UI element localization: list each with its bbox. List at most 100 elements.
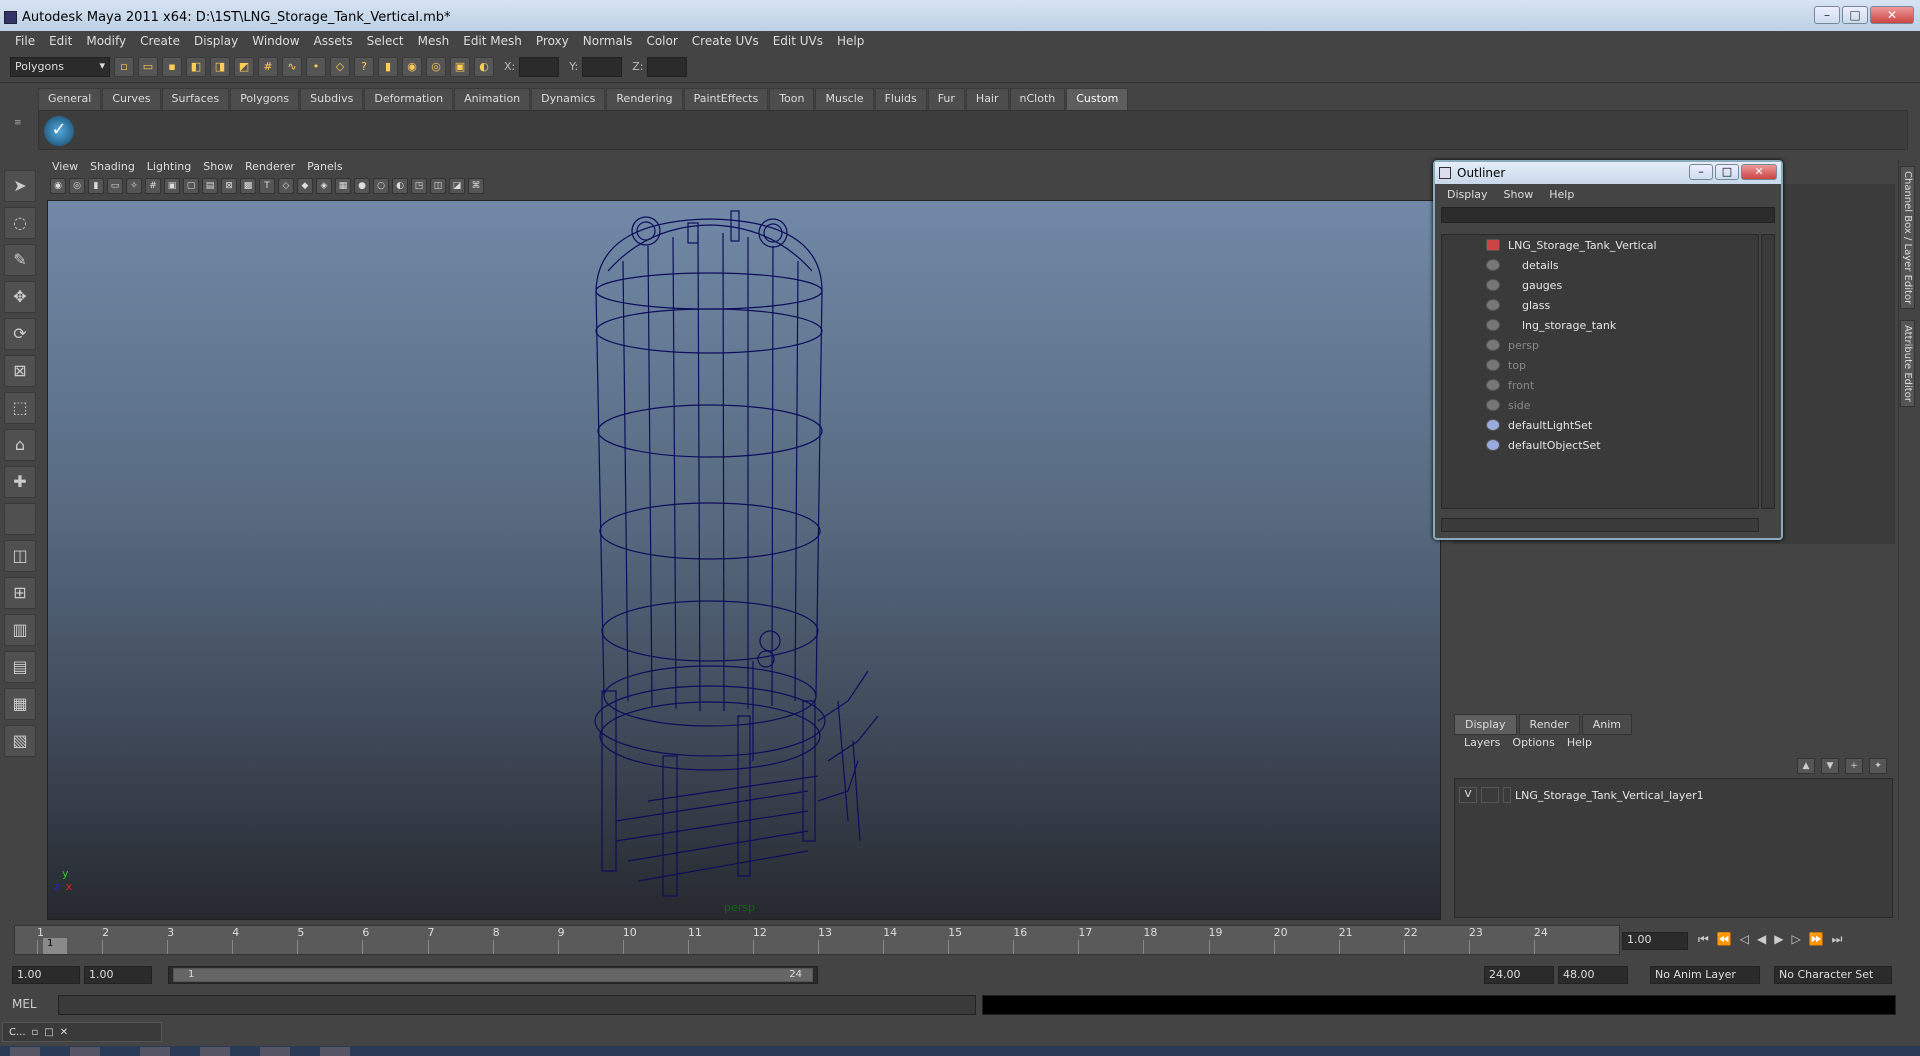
select-object-icon[interactable]: ◨ <box>210 56 230 77</box>
menu-create[interactable]: Create <box>133 34 187 48</box>
outliner-item[interactable]: top <box>1442 355 1758 375</box>
menu-display[interactable]: Display <box>187 34 245 48</box>
select-hierarchy-icon[interactable]: ◧ <box>186 56 206 77</box>
taskbar-app-icon[interactable] <box>70 1047 100 1056</box>
layer-tab-render[interactable]: Render <box>1518 714 1580 735</box>
menu-mesh[interactable]: Mesh <box>411 34 457 48</box>
close-button[interactable]: ✕ <box>1870 6 1914 24</box>
panel-menu-shading[interactable]: Shading <box>84 160 141 176</box>
outliner-horizontal-scrollbar[interactable] <box>1441 518 1759 532</box>
menu-modify[interactable]: Modify <box>79 34 133 48</box>
outliner-vertical-scrollbar[interactable] <box>1761 234 1775 509</box>
safe-title-icon[interactable]: T <box>259 178 275 194</box>
image-plane-icon[interactable]: ▭ <box>107 178 123 194</box>
maximize-button[interactable]: □ <box>1842 6 1868 24</box>
outliner-item[interactable]: LNG_Storage_Tank_Vertical <box>1442 235 1758 255</box>
layer-menu-layers[interactable]: Layers <box>1458 736 1506 749</box>
start-button-icon[interactable] <box>10 1047 40 1056</box>
shelf-menu-icon[interactable]: ≡ <box>14 118 30 148</box>
layer-tab-display[interactable]: Display <box>1454 714 1517 735</box>
move-layer-down-icon[interactable]: ▼ <box>1821 758 1839 774</box>
outliner-item[interactable]: defaultObjectSet <box>1442 435 1758 455</box>
shelf-tab-curves[interactable]: Curves <box>102 88 161 110</box>
panel-menu-panels[interactable]: Panels <box>301 160 348 176</box>
new-layer-selected-icon[interactable]: ✦ <box>1869 758 1887 774</box>
high-quality-icon[interactable]: ⌘ <box>468 178 484 194</box>
safe-action-icon[interactable]: ▩ <box>240 178 256 194</box>
wireframe-icon[interactable]: ◇ <box>278 178 294 194</box>
time-slider[interactable]: 1 1 2 3 4 5 6 7 8 9 10 11 12 13 14 15 16 17 18 19 20 21 22 23 2… <box>14 925 1620 955</box>
menu-window[interactable]: Window <box>245 34 306 48</box>
outliner-item[interactable]: glass <box>1442 295 1758 315</box>
shelf-tab-subdivs[interactable]: Subdivs <box>300 88 364 110</box>
outliner-item[interactable]: side <box>1442 395 1758 415</box>
smooth-shade-icon[interactable]: ◆ <box>297 178 313 194</box>
command-input[interactable] <box>58 995 976 1015</box>
menu-create-uvs[interactable]: Create UVs <box>685 34 766 48</box>
anim-end-field[interactable]: 48.00 <box>1558 966 1628 984</box>
range-slider-thumb[interactable]: 1 24 <box>173 968 813 982</box>
playback-start-field[interactable]: 1.00 <box>84 966 152 984</box>
current-frame-marker[interactable]: 1 <box>43 938 67 954</box>
field-chart-icon[interactable]: ⊠ <box>221 178 237 194</box>
2d-pan-zoom-icon[interactable]: ✧ <box>126 178 142 194</box>
outliner-menu-help[interactable]: Help <box>1541 188 1582 201</box>
outliner-maximize-button[interactable]: □ <box>1715 164 1739 180</box>
play-backward-icon[interactable]: ◀ <box>1757 932 1766 947</box>
layer-color-swatch[interactable] <box>1503 787 1511 803</box>
textured-icon[interactable]: ▦ <box>335 178 351 194</box>
shelf-tab-fluids[interactable]: Fluids <box>874 88 927 110</box>
step-forward-frame-icon[interactable]: ▷ <box>1791 932 1800 947</box>
anim-layer-dropdown[interactable]: No Anim Layer <box>1650 966 1760 984</box>
help-icon[interactable]: ? <box>354 56 374 77</box>
soft-mod-icon[interactable]: ⌂ <box>4 429 36 461</box>
menu-assets[interactable]: Assets <box>307 34 360 48</box>
resolution-gate-icon[interactable]: ▢ <box>183 178 199 194</box>
step-forward-key-icon[interactable]: ⏩ <box>1809 932 1824 947</box>
character-set-dropdown[interactable]: No Character Set <box>1774 966 1892 984</box>
menu-proxy[interactable]: Proxy <box>529 34 576 48</box>
persp-graph-layout-icon[interactable]: ▤ <box>4 651 36 683</box>
current-frame-field[interactable]: 1.00 <box>1622 932 1688 950</box>
layer-menu-options[interactable]: Options <box>1506 736 1560 749</box>
render-settings-icon[interactable]: ▣ <box>450 56 470 77</box>
taskbar-app-icon[interactable] <box>320 1047 350 1056</box>
shelf-tab-painteffects[interactable]: PaintEffects <box>683 88 769 110</box>
layer-menu-help[interactable]: Help <box>1561 736 1598 749</box>
attribute-editor-tab[interactable]: Attribute Editor <box>1900 320 1915 407</box>
outliner-item[interactable]: defaultLightSet <box>1442 415 1758 435</box>
last-tool-icon[interactable] <box>4 503 36 535</box>
panel-menu-show[interactable]: Show <box>197 160 239 176</box>
perspective-viewport[interactable]: y zx persp <box>47 200 1441 920</box>
snap-point-icon[interactable]: • <box>306 56 326 77</box>
go-to-end-icon[interactable]: ⏭ <box>1832 932 1843 947</box>
new-layer-icon[interactable]: + <box>1845 758 1863 774</box>
xray-icon[interactable]: ◫ <box>430 178 446 194</box>
snap-plane-icon[interactable]: ◇ <box>330 56 350 77</box>
isolate-select-icon[interactable]: ◳ <box>411 178 427 194</box>
menu-color[interactable]: Color <box>639 34 684 48</box>
minimized-window[interactable]: C... ▫ □ ✕ <box>2 1022 162 1042</box>
shelf-tab-custom[interactable]: Custom <box>1066 88 1129 110</box>
channel-box-tab[interactable]: Channel Box / Layer Editor <box>1900 166 1915 310</box>
minimized-restore-icon[interactable]: ▫ <box>32 1027 39 1038</box>
render-frame-icon[interactable]: ◉ <box>402 56 422 77</box>
step-back-key-icon[interactable]: ⏪ <box>1717 932 1732 947</box>
menu-edit-mesh[interactable]: Edit Mesh <box>456 34 529 48</box>
outliner-layout-icon[interactable]: ▧ <box>4 725 36 757</box>
select-component-icon[interactable]: ◩ <box>234 56 254 77</box>
outliner-item[interactable]: lng_storage_tank <box>1442 315 1758 335</box>
lasso-tool-icon[interactable]: ◌ <box>4 207 36 239</box>
menu-help[interactable]: Help <box>830 34 871 48</box>
outliner-menu-display[interactable]: Display <box>1439 188 1496 201</box>
anim-start-field[interactable]: 1.00 <box>12 966 80 984</box>
shelf-tab-surfaces[interactable]: Surfaces <box>161 88 230 110</box>
panel-menu-renderer[interactable]: Renderer <box>239 160 301 176</box>
shelf-tab-hair[interactable]: Hair <box>965 88 1009 110</box>
shelf-tab-polygons[interactable]: Polygons <box>230 88 300 110</box>
wireframe-on-shaded-icon[interactable]: ◈ <box>316 178 332 194</box>
gate-mask-icon[interactable]: ▤ <box>202 178 218 194</box>
minimized-maximize-icon[interactable]: □ <box>44 1027 53 1038</box>
menu-edit[interactable]: Edit <box>42 34 79 48</box>
shelf-tab-animation[interactable]: Animation <box>454 88 531 110</box>
